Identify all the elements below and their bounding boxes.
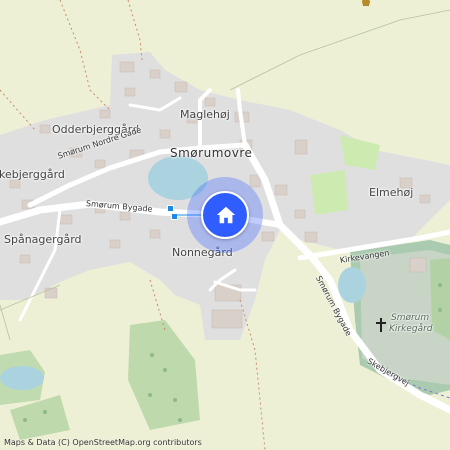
route-marker-start[interactable] (167, 205, 174, 212)
map-view[interactable]: Smørumovre Odderbjerggård Maglehøj Skebj… (0, 0, 450, 450)
place-label-maglehoj: Maglehøj (180, 108, 230, 121)
town-label: Smørumovre (170, 146, 253, 160)
map-attribution[interactable]: Maps & Data (C) OpenStreetMap.org contri… (4, 438, 202, 447)
place-label-elmehoj: Elmehøj (369, 186, 414, 199)
cross-icon (376, 318, 386, 332)
current-location-marker[interactable] (201, 191, 249, 239)
place-label-spanagergard: Spånagergård (4, 233, 82, 246)
cemetery-label-line2: Kirkegård (389, 324, 433, 334)
home-icon (216, 206, 236, 224)
cemetery-label-line1: Smørum (391, 313, 430, 323)
place-label-skebjerggard: Skebjerggård (0, 168, 65, 181)
